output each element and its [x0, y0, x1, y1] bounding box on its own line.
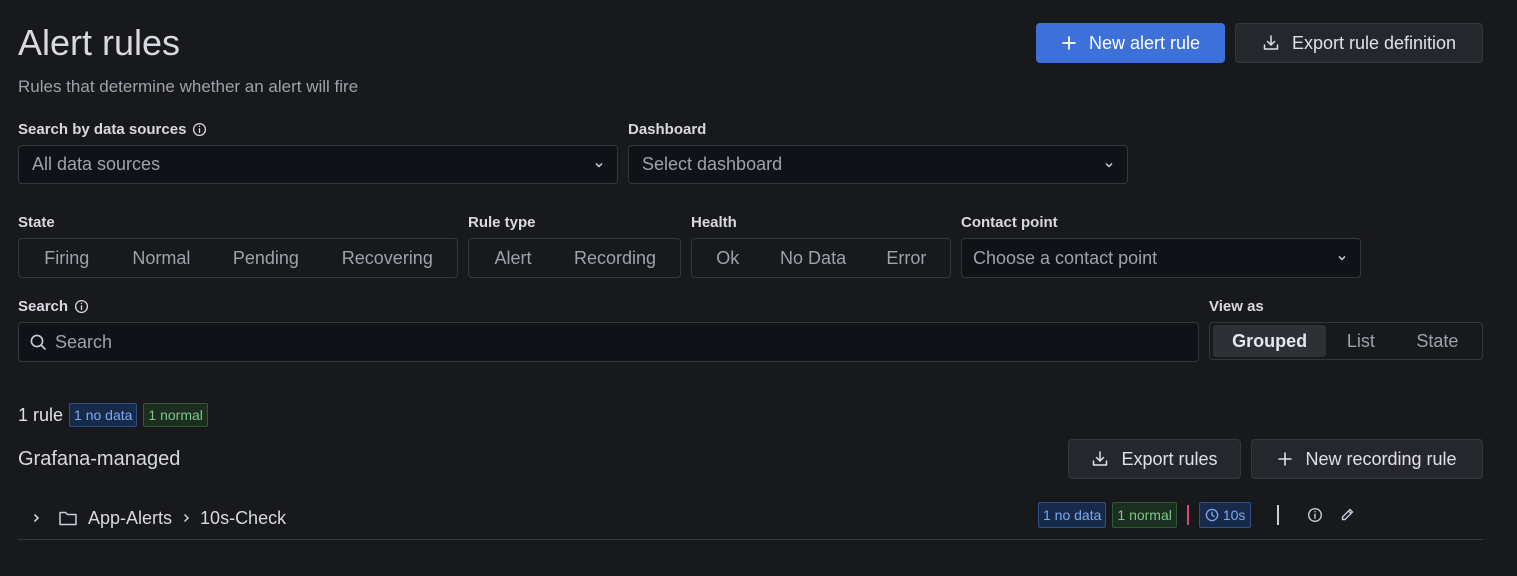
group-no-data-badge: 1 no data [1038, 502, 1107, 528]
folder-icon [58, 509, 78, 527]
rule-type-option-recording[interactable]: Recording [554, 239, 676, 277]
export-rules-label: Export rules [1121, 448, 1218, 469]
rule-group-row: App-Alerts 10s-Check 1 no data 1 normal … [18, 496, 1483, 540]
download-icon [1262, 34, 1280, 52]
view-as-label: View as [1209, 298, 1264, 315]
export-rule-definition-label: Export rule definition [1291, 32, 1457, 53]
rule-type-option-alert[interactable]: Alert [472, 239, 554, 277]
health-option-no-data[interactable]: No Data [760, 239, 865, 277]
chevron-down-icon [1103, 159, 1115, 171]
edit-pencil-icon[interactable] [1339, 507, 1355, 523]
rule-type-filter-label: Rule type [468, 214, 536, 231]
search-input[interactable]: Search [18, 322, 1199, 362]
state-option-pending[interactable]: Pending [211, 239, 321, 277]
datasource-select[interactable]: All data sources [18, 145, 618, 184]
contact-point-filter-label: Contact point [961, 214, 1058, 231]
datasource-filter-label-text: Search by data sources [18, 121, 187, 138]
folder-name-link[interactable]: App-Alerts [88, 508, 172, 529]
view-as-option-state[interactable]: State [1396, 325, 1479, 357]
search-label-text: Search [18, 298, 69, 315]
state-option-firing[interactable]: Firing [22, 239, 112, 277]
view-as-option-grouped[interactable]: Grouped [1213, 325, 1327, 357]
chevron-right-icon[interactable] [30, 512, 42, 524]
contact-point-select[interactable]: Choose a contact point [961, 238, 1361, 278]
breadcrumb-separator-icon [180, 512, 192, 524]
search-label: Search [18, 298, 89, 315]
page-title: Alert rules [18, 22, 181, 63]
info-icon[interactable] [74, 299, 89, 314]
chevron-down-icon [1336, 252, 1348, 264]
health-filter-group: Ok No Data Error [691, 238, 951, 278]
no-data-badge: 1 no data [69, 403, 138, 427]
new-alert-rule-label: New alert rule [1088, 32, 1201, 53]
view-as-group: Grouped List State [1209, 322, 1483, 360]
health-filter-label: Health [691, 214, 737, 231]
dashboard-filter-label: Dashboard [628, 121, 707, 138]
info-icon[interactable] [1307, 507, 1323, 523]
state-option-normal[interactable]: Normal [112, 239, 212, 277]
group-name: 10s-Check [200, 507, 287, 528]
normal-badge: 1 normal [143, 403, 208, 427]
state-option-recovering[interactable]: Recovering [321, 239, 454, 277]
chevron-down-icon [593, 159, 605, 171]
state-filter-label: State [18, 214, 55, 231]
rule-count: 1 rule [18, 404, 64, 425]
group-normal-badge: 1 normal [1112, 502, 1177, 528]
view-as-option-list[interactable]: List [1326, 325, 1395, 357]
action-divider [1277, 505, 1280, 525]
new-alert-rule-button[interactable]: New alert rule [1036, 23, 1225, 63]
rule-type-filter-group: Alert Recording [468, 238, 681, 278]
dashboard-select[interactable]: Select dashboard [628, 145, 1128, 184]
download-icon [1091, 450, 1109, 468]
group-row-meta: 1 no data 1 normal 10s [1038, 502, 1355, 528]
search-icon [29, 333, 47, 351]
section-title: Grafana-managed [18, 448, 181, 470]
row-divider [18, 539, 1483, 540]
rules-summary: 1 rule 1 no data 1 normal [18, 403, 208, 427]
separator-divider [1186, 505, 1189, 525]
plus-icon [1061, 35, 1077, 51]
clock-icon [1205, 508, 1219, 522]
info-icon[interactable] [192, 122, 207, 137]
plus-icon [1277, 451, 1293, 467]
evaluation-interval-badge: 10s [1198, 502, 1252, 528]
health-option-error[interactable]: Error [866, 239, 947, 277]
evaluation-interval-value: 10s [1222, 507, 1246, 523]
datasource-filter-label: Search by data sources [18, 121, 207, 138]
export-rule-definition-button[interactable]: Export rule definition [1235, 23, 1483, 63]
contact-point-select-value: Choose a contact point [973, 247, 1158, 268]
new-recording-rule-label: New recording rule [1305, 448, 1457, 469]
search-placeholder: Search [55, 331, 113, 352]
health-option-ok[interactable]: Ok [695, 239, 760, 277]
page-subtitle: Rules that determine whether an alert wi… [18, 77, 359, 96]
dashboard-select-value: Select dashboard [642, 154, 783, 174]
new-recording-rule-button[interactable]: New recording rule [1251, 439, 1483, 479]
datasource-select-value: All data sources [32, 154, 161, 174]
state-filter-group: Firing Normal Pending Recovering [18, 238, 458, 278]
export-rules-button[interactable]: Export rules [1068, 439, 1241, 479]
